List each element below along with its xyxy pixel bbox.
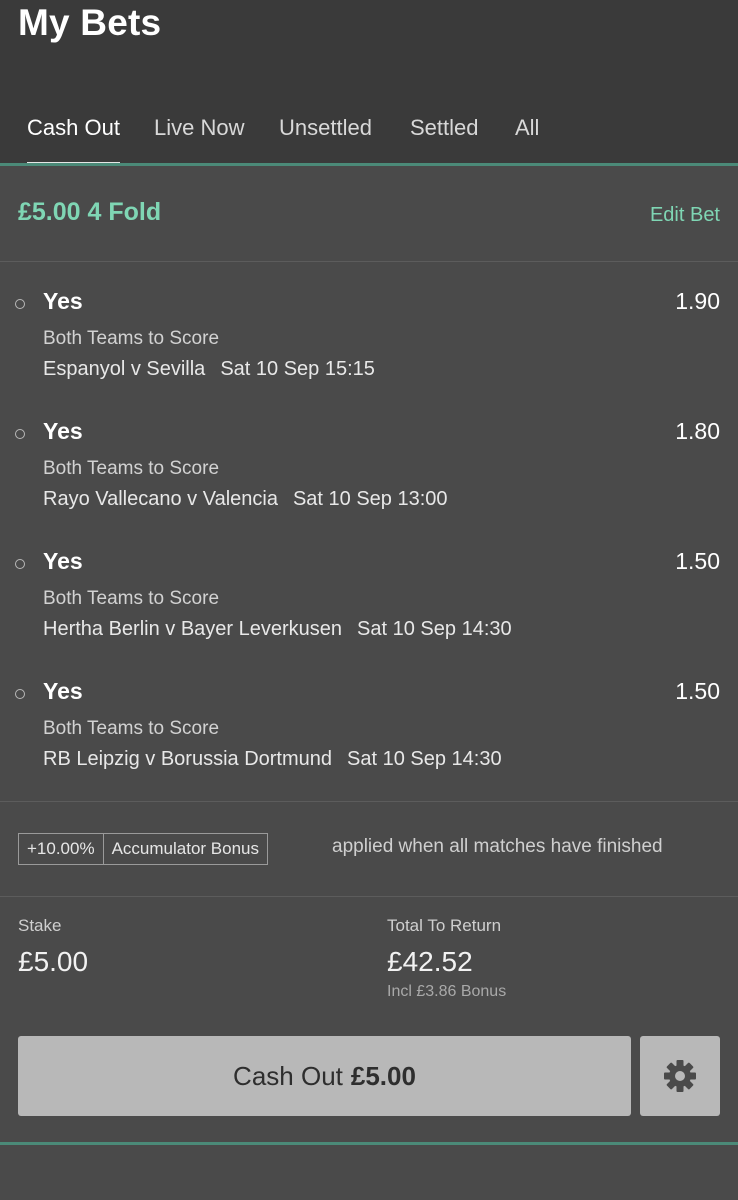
selection-market: Both Teams to Score (43, 458, 220, 479)
selection-name: Yes (43, 418, 83, 444)
app-header: My Bets Cash Out Live Now Unsettled Sett… (0, 0, 738, 166)
edit-bet-link[interactable]: Edit Bet (650, 204, 720, 227)
gear-icon (664, 1060, 696, 1092)
selection-name: Yes (43, 678, 83, 704)
bonus-label: Accumulator Bonus (111, 839, 259, 858)
total-return-value: £42.52 (387, 946, 473, 977)
cash-out-button[interactable]: Cash Out £5.00 (18, 1036, 631, 1116)
event-teams: Hertha Berlin v Bayer Leverkusen (43, 618, 343, 640)
status-dot-icon (15, 429, 25, 439)
tab-all[interactable]: All (515, 108, 539, 163)
selection-odds: 1.50 (675, 678, 720, 704)
tab-bar: Cash Out Live Now Unsettled Settled All (0, 108, 738, 166)
tab-settled[interactable]: Settled (410, 108, 479, 163)
selection-event: Hertha Berlin v Bayer Leverkusen Sat 10 S… (43, 618, 512, 641)
bonus-note: applied when all matches have finished (332, 836, 663, 857)
event-teams: Rayo Vallecano v Valencia (43, 488, 278, 510)
bet-title: £5.00 4 Fold (18, 198, 162, 226)
selection-event: RB Leipzig v Borussia Dortmund Sat 10 Sep… (43, 748, 502, 771)
status-dot-icon (15, 689, 25, 699)
selection-item: Yes 1.90 Both Teams to Score Espanyol v … (0, 278, 738, 388)
page-title: My Bets (18, 2, 162, 43)
status-dot-icon (15, 299, 25, 309)
bonus-percent: +10.00% (19, 834, 104, 864)
selection-name: Yes (43, 288, 83, 314)
divider (0, 896, 738, 897)
event-time: Sat 10 Sep 14:30 (347, 748, 502, 770)
event-time: Sat 10 Sep 13:00 (292, 488, 448, 510)
total-return-label: Total To Return (387, 916, 502, 935)
selection-event: Rayo Vallecano v Valencia Sat 10 Sep 13:0… (43, 488, 448, 511)
tab-unsettled[interactable]: Unsettled (279, 108, 372, 163)
event-teams: RB Leipzig v Borussia Dortmund (43, 748, 333, 770)
selection-item: Yes 1.80 Both Teams to Score Rayo Vallec… (0, 408, 738, 518)
selection-market: Both Teams to Score (43, 588, 220, 609)
event-teams: Espanyol v Sevilla (43, 358, 206, 380)
tab-live-now[interactable]: Live Now (154, 108, 244, 163)
selection-odds: 1.90 (675, 288, 720, 314)
tab-cash-out[interactable]: Cash Out (27, 108, 120, 166)
selection-event: Espanyol v Sevilla Sat 10 Sep 15:15 (43, 358, 375, 381)
stake-value: £5.00 (18, 946, 89, 977)
selection-name: Yes (43, 548, 83, 574)
stake-label: Stake (18, 916, 62, 935)
selection-market: Both Teams to Score (43, 718, 220, 739)
cash-out-label: Cash Out (233, 1060, 343, 1091)
selection-item: Yes 1.50 Both Teams to Score RB Leipzig … (0, 668, 738, 778)
selection-odds: 1.80 (675, 418, 720, 444)
selection-odds: 1.50 (675, 548, 720, 574)
accumulator-bonus-row: +10.00% Accumulator Bonus applied when a… (0, 802, 738, 896)
bonus-included-note: Incl £3.86 Bonus (387, 983, 507, 1000)
status-dot-icon (15, 559, 25, 569)
bet-header: £5.00 4 Fold Edit Bet (0, 166, 738, 261)
cash-out-settings-button[interactable] (640, 1036, 720, 1116)
event-time: Sat 10 Sep 15:15 (220, 358, 375, 380)
divider (0, 261, 738, 262)
selection-item: Yes 1.50 Both Teams to Score Hertha Berl… (0, 538, 738, 648)
cash-out-amount: £5.00 (350, 1060, 416, 1091)
bonus-badge: +10.00% Accumulator Bonus (18, 833, 268, 865)
footer-divider (0, 1142, 738, 1145)
selection-market: Both Teams to Score (43, 328, 220, 349)
event-time: Sat 10 Sep 14:30 (357, 618, 512, 640)
